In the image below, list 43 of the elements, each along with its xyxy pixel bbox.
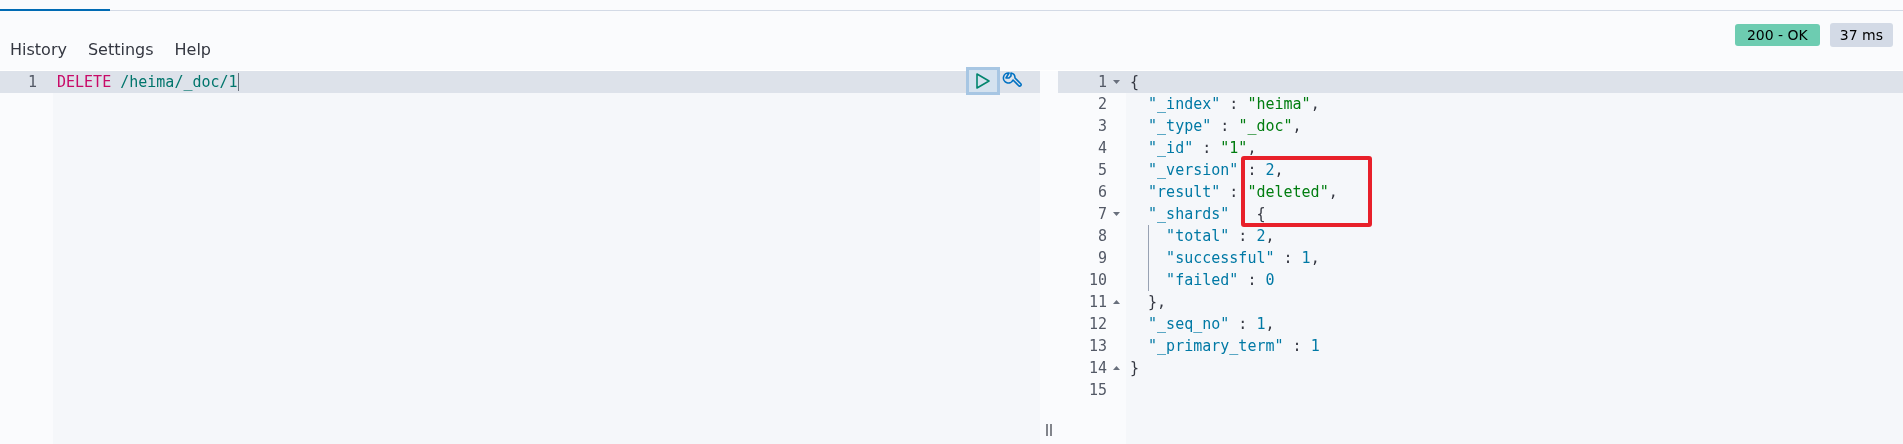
menu-item[interactable]: Settings	[87, 40, 154, 59]
line-number: 4	[1097, 139, 1107, 157]
unfold-icon[interactable]	[1112, 366, 1120, 370]
line-number: 8	[1097, 227, 1107, 245]
code-line: "result" : "deleted",	[1147, 183, 1338, 201]
line-number: 12	[1088, 315, 1107, 333]
play-icon	[975, 72, 991, 90]
run-button[interactable]	[966, 67, 1000, 95]
code-line: "successful" : 1,	[1165, 249, 1320, 267]
line-number: 14	[1088, 359, 1107, 377]
line-number: 2	[1097, 95, 1107, 113]
line-number: 1	[1097, 73, 1107, 91]
line-number: 6	[1097, 183, 1107, 201]
resize-handle-icon[interactable]	[1046, 424, 1052, 436]
line-number: 15	[1088, 381, 1107, 399]
line-number: 11	[1088, 293, 1107, 311]
response-time-badge: 37 ms	[1829, 22, 1893, 47]
code-line: "_shards" {	[1147, 205, 1266, 223]
line-number: 3	[1097, 117, 1107, 135]
code-line: }	[1130, 359, 1140, 377]
unfold-icon[interactable]	[1112, 300, 1120, 304]
code-line: {	[1130, 73, 1140, 91]
code-line: "_primary_term" : 1	[1147, 337, 1320, 355]
code-line: "total" : 2,	[1165, 227, 1275, 245]
status-badge: 200 - OK	[1734, 23, 1820, 46]
code-line: "_id" : "1",	[1147, 139, 1257, 157]
code-line: "_type" : "_doc",	[1147, 117, 1302, 135]
line-number: 10	[1088, 271, 1107, 289]
menu-item[interactable]: History	[10, 40, 67, 59]
line-number: 1	[27, 73, 37, 91]
line-number: 7	[1097, 205, 1107, 223]
fold-icon[interactable]	[1112, 212, 1120, 216]
code-line: "_seq_no" : 1,	[1147, 315, 1275, 333]
code-line: "_version" : 2,	[1147, 161, 1284, 179]
menu-item[interactable]: Help	[174, 40, 212, 59]
fold-icon[interactable]	[1112, 80, 1120, 84]
code-line: "failed" : 0	[1165, 271, 1275, 289]
code-line: "_index" : "heima",	[1147, 95, 1320, 113]
line-number: 13	[1088, 337, 1107, 355]
code-line: },	[1147, 293, 1167, 311]
code-line: DELETE /heima/_doc/1	[57, 73, 238, 91]
line-number: 5	[1097, 161, 1107, 179]
line-number: 9	[1097, 249, 1107, 267]
